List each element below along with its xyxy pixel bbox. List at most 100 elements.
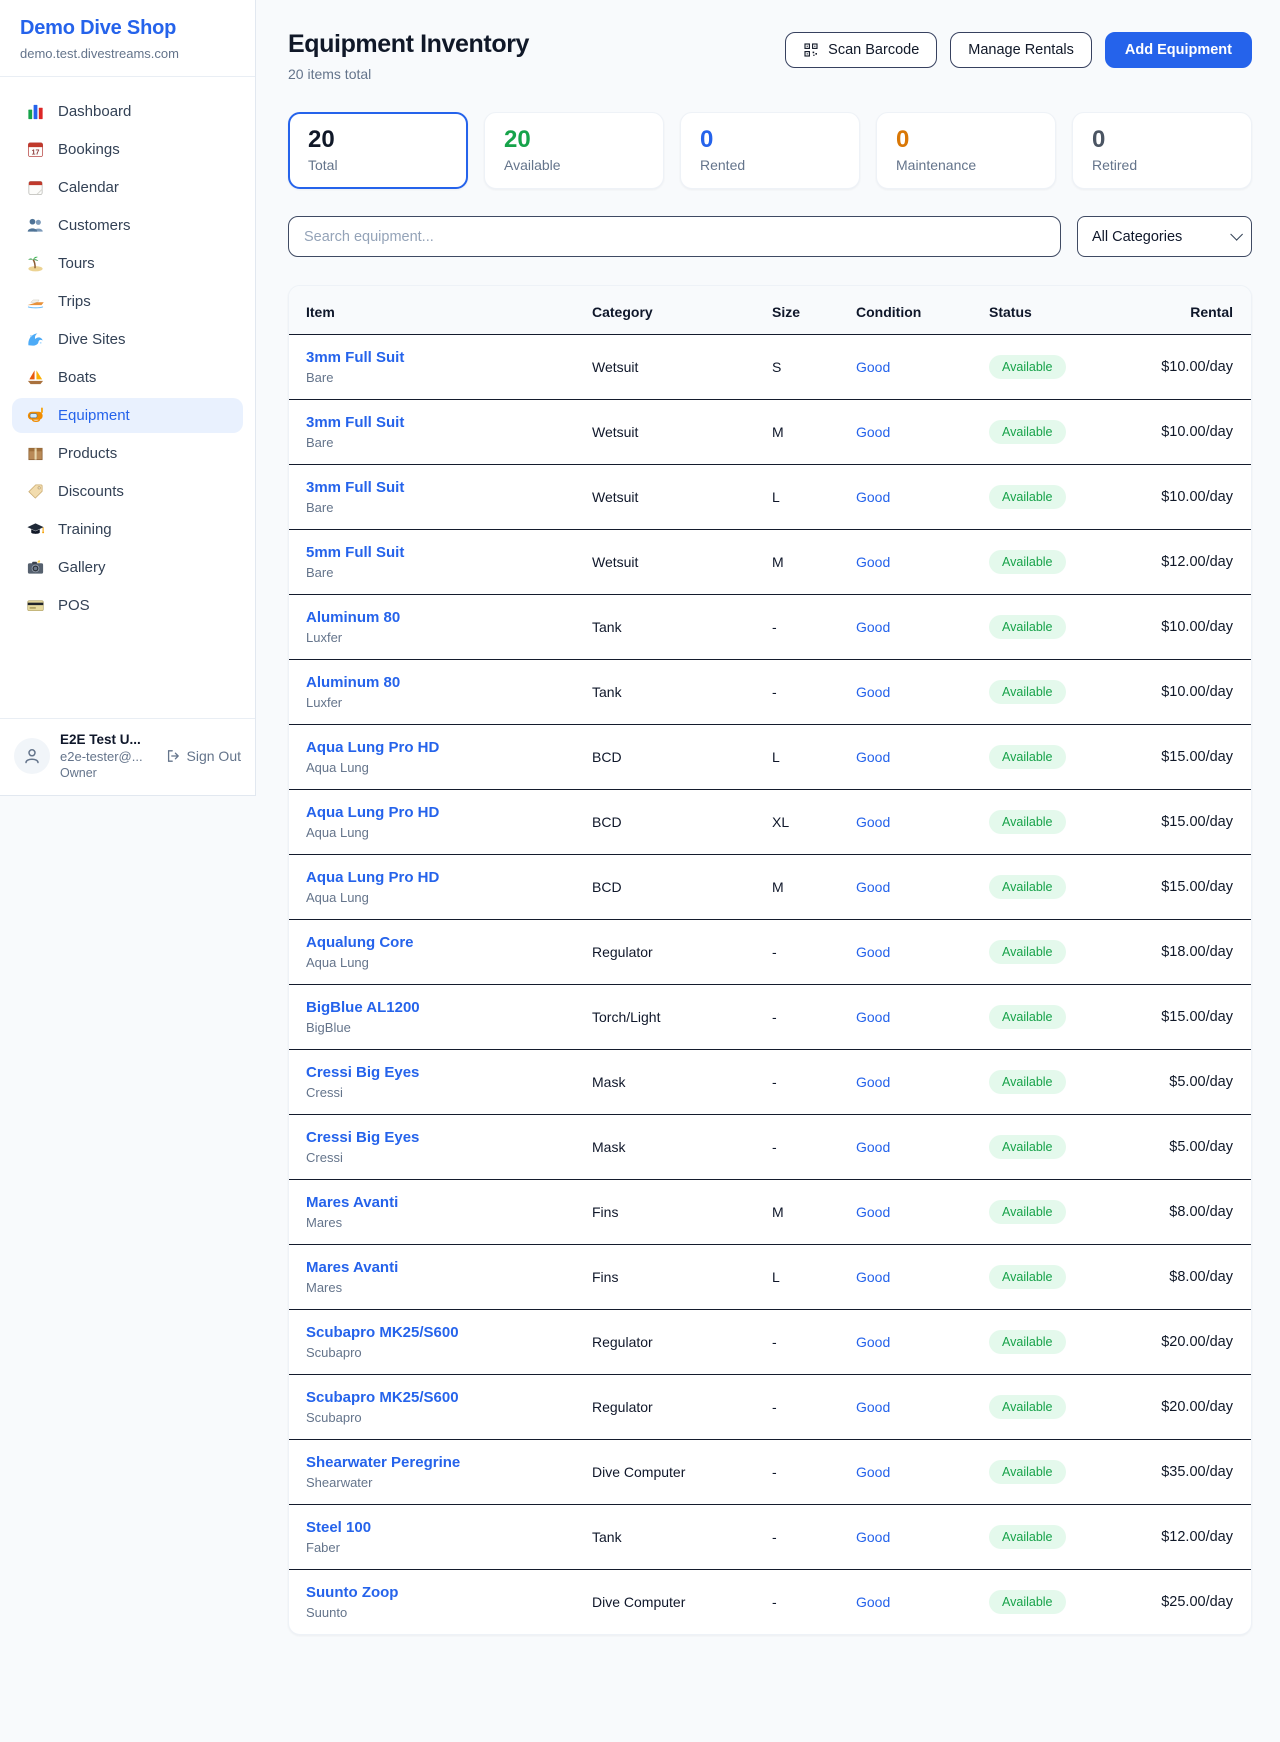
status-badge: Available [989,420,1066,444]
stat-label: Retired [1092,157,1232,173]
sidebar-item-discounts[interactable]: Discounts [12,474,243,509]
category-cell: Mask [584,1050,764,1115]
condition-cell: Good [848,855,981,920]
rental-rate-cell: $8.00/day [1153,1180,1251,1245]
table-header-row: ItemCategorySizeConditionStatusRental [289,286,1251,335]
sidebar-item-gallery[interactable]: Gallery [12,550,243,585]
table-row: Mares AvantiMaresFinsLGoodAvailable$8.00… [289,1245,1251,1310]
stat-value: 20 [308,126,448,154]
item-name-link[interactable]: Suunto Zoop [306,1584,576,1601]
item-name-link[interactable]: Steel 100 [306,1519,576,1536]
condition-link[interactable]: Good [856,1334,890,1350]
condition-link[interactable]: Good [856,554,890,570]
user-box: E2E Test U... e2e-tester@... Owner Sign … [0,718,255,795]
rental-rate-cell: $10.00/day [1153,465,1251,530]
item-name-link[interactable]: Mares Avanti [306,1194,576,1211]
stat-label: Total [308,157,448,173]
size-cell: M [764,400,848,465]
condition-link[interactable]: Good [856,1269,890,1285]
sidebar-item-training[interactable]: Training [12,512,243,547]
condition-link[interactable]: Good [856,1464,890,1480]
item-cell: Aluminum 80Luxfer [289,595,584,660]
rental-rate-cell: $15.00/day [1153,855,1251,920]
sidebar-item-equipment[interactable]: Equipment [12,398,243,433]
stat-card-retired[interactable]: 0Retired [1072,112,1252,189]
status-badge: Available [989,1135,1066,1159]
manage-rentals-button[interactable]: Manage Rentals [950,32,1092,68]
condition-link[interactable]: Good [856,814,890,830]
item-name-link[interactable]: Shearwater Peregrine [306,1454,576,1471]
stat-card-maintenance[interactable]: 0Maintenance [876,112,1056,189]
size-cell: M [764,855,848,920]
condition-cell: Good [848,465,981,530]
condition-link[interactable]: Good [856,1204,890,1220]
scan-barcode-button[interactable]: Scan Barcode [785,32,937,68]
item-name-link[interactable]: 3mm Full Suit [306,414,576,431]
item-name-link[interactable]: Aluminum 80 [306,609,576,626]
sidebar-item-dive-sites[interactable]: Dive Sites [12,322,243,357]
user-role: Owner [60,766,155,780]
stat-card-rented[interactable]: 0Rented [680,112,860,189]
item-name-link[interactable]: 3mm Full Suit [306,349,576,366]
stat-card-total[interactable]: 20 Total [288,112,468,189]
sidebar-item-tours[interactable]: Tours [12,246,243,281]
item-name-link[interactable]: 3mm Full Suit [306,479,576,496]
item-name-link[interactable]: Aluminum 80 [306,674,576,691]
item-cell: BigBlue AL1200BigBlue [289,985,584,1050]
size-cell: - [764,1375,848,1440]
item-brand: Aqua Lung [306,825,576,840]
table-row: Aqua Lung Pro HDAqua LungBCDLGoodAvailab… [289,725,1251,790]
sidebar-item-bookings[interactable]: 17Bookings [12,132,243,167]
item-name-link[interactable]: Cressi Big Eyes [306,1129,576,1146]
sidebar-item-products[interactable]: Products [12,436,243,471]
category-cell: BCD [584,855,764,920]
condition-cell: Good [848,1375,981,1440]
condition-link[interactable]: Good [856,944,890,960]
condition-link[interactable]: Good [856,1009,890,1025]
condition-link[interactable]: Good [856,489,890,505]
condition-link[interactable]: Good [856,424,890,440]
table-row: Cressi Big EyesCressiMask-GoodAvailable$… [289,1115,1251,1180]
sign-out-button[interactable]: Sign Out [165,748,241,764]
status-badge: Available [989,1005,1066,1029]
item-name-link[interactable]: Scubapro MK25/S600 [306,1389,576,1406]
sidebar-item-calendar[interactable]: Calendar [12,170,243,205]
condition-link[interactable]: Good [856,684,890,700]
item-name-link[interactable]: Cressi Big Eyes [306,1064,576,1081]
condition-cell: Good [848,1440,981,1505]
add-equipment-button[interactable]: Add Equipment [1105,32,1252,68]
stat-value: 20 [504,126,644,154]
condition-link[interactable]: Good [856,879,890,895]
item-brand: Bare [306,565,576,580]
category-cell: Fins [584,1180,764,1245]
item-name-link[interactable]: Scubapro MK25/S600 [306,1324,576,1341]
sidebar-item-trips[interactable]: Trips [12,284,243,319]
sidebar-item-label: POS [58,597,90,614]
condition-link[interactable]: Good [856,1074,890,1090]
rental-rate-cell: $8.00/day [1153,1245,1251,1310]
category-filter-select[interactable]: All Categories [1077,216,1252,257]
sidebar-item-pos[interactable]: POS [12,588,243,623]
condition-link[interactable]: Good [856,1594,890,1610]
stat-card-available[interactable]: 20Available [484,112,664,189]
item-name-link[interactable]: Aqua Lung Pro HD [306,739,576,756]
item-name-link[interactable]: Aqua Lung Pro HD [306,869,576,886]
table-row: BigBlue AL1200BigBlueTorch/Light-GoodAva… [289,985,1251,1050]
category-cell: Fins [584,1245,764,1310]
column-header-rental: Rental [1153,286,1251,335]
sidebar-item-boats[interactable]: Boats [12,360,243,395]
condition-link[interactable]: Good [856,1529,890,1545]
condition-link[interactable]: Good [856,359,890,375]
item-name-link[interactable]: Aqualung Core [306,934,576,951]
condition-link[interactable]: Good [856,749,890,765]
item-name-link[interactable]: Mares Avanti [306,1259,576,1276]
sidebar-item-customers[interactable]: Customers [12,208,243,243]
item-name-link[interactable]: 5mm Full Suit [306,544,576,561]
item-name-link[interactable]: BigBlue AL1200 [306,999,576,1016]
search-input[interactable] [288,216,1061,257]
sidebar-item-dashboard[interactable]: Dashboard [12,94,243,129]
condition-link[interactable]: Good [856,1399,890,1415]
condition-link[interactable]: Good [856,1139,890,1155]
item-name-link[interactable]: Aqua Lung Pro HD [306,804,576,821]
condition-link[interactable]: Good [856,619,890,635]
